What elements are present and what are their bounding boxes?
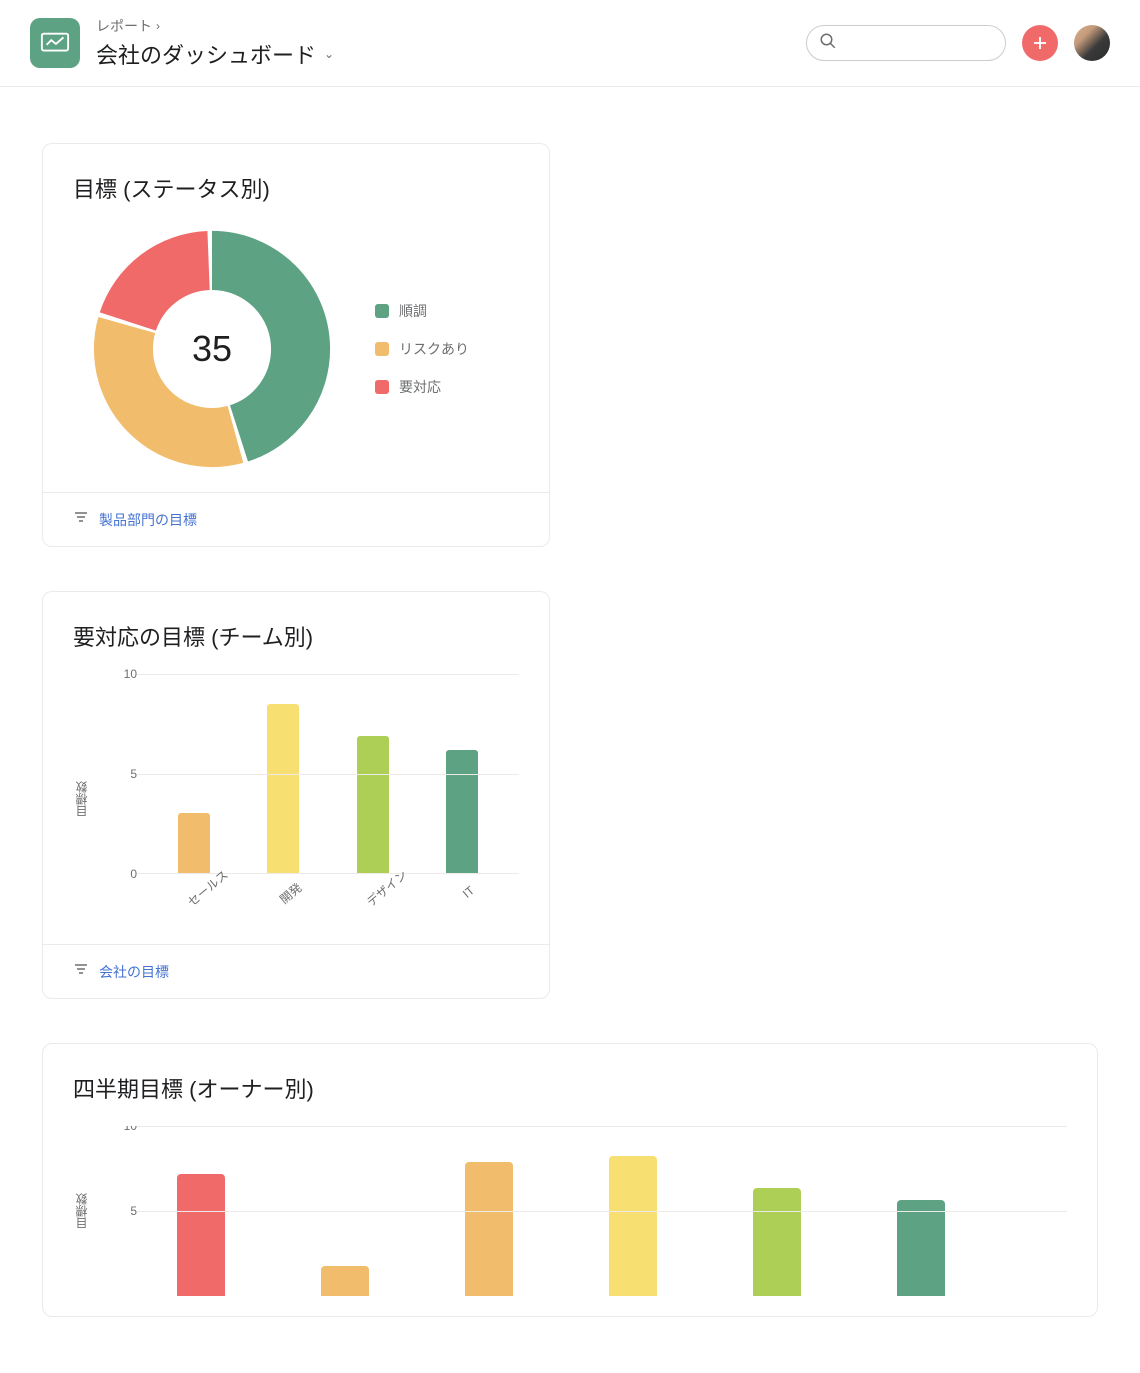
card-title: 四半期目標 (オーナー別) bbox=[73, 1072, 1067, 1104]
report-app-icon bbox=[30, 18, 80, 68]
content: 目標 (ステータス別) 35 順調リスクあり要対応 製品部門の目標 要対応の目標… bbox=[0, 87, 1140, 1373]
bar bbox=[446, 750, 478, 873]
breadcrumb[interactable]: レポート › bbox=[96, 16, 790, 36]
legend-swatch bbox=[375, 380, 389, 394]
bar bbox=[357, 736, 389, 873]
bar bbox=[753, 1188, 801, 1296]
bar bbox=[177, 1174, 225, 1296]
legend-swatch bbox=[375, 342, 389, 356]
bar bbox=[897, 1200, 945, 1296]
y-axis-label: 目標数 bbox=[73, 1193, 90, 1229]
x-label: 開発 bbox=[273, 876, 327, 932]
search-icon bbox=[819, 32, 837, 55]
legend-item: 要対応 bbox=[375, 377, 469, 397]
legend-label: 順調 bbox=[399, 301, 427, 321]
x-label: IT bbox=[452, 876, 506, 932]
grid-line bbox=[137, 674, 519, 675]
legend: 順調リスクあり要対応 bbox=[375, 301, 469, 397]
bar bbox=[178, 813, 210, 873]
card-quarterly-goals-by-owner: 四半期目標 (オーナー別) 目標数 5 10 bbox=[42, 1043, 1098, 1317]
y-tick: 10 bbox=[124, 1126, 137, 1133]
search-input[interactable] bbox=[845, 35, 1026, 51]
bar bbox=[609, 1156, 657, 1296]
card-title: 要対応の目標 (チーム別) bbox=[73, 620, 519, 652]
x-label: デザイン bbox=[363, 876, 417, 932]
page-title[interactable]: 会社のダッシュボード ⌄ bbox=[96, 38, 790, 70]
bar-chart: 目標数 5 10 bbox=[73, 1126, 1067, 1296]
card-goals-attention-by-team: 要対応の目標 (チーム別) 目標数 0 5 10 セールス開発デザイン IT 会社の目… bbox=[42, 591, 550, 999]
card-title: 目標 (ステータス別) bbox=[73, 172, 519, 204]
breadcrumb-label: レポート bbox=[96, 16, 152, 36]
y-tick: 5 bbox=[130, 1204, 137, 1218]
grid-line bbox=[137, 1126, 1067, 1127]
bar bbox=[321, 1266, 369, 1296]
page-title-text: 会社のダッシュボード bbox=[96, 38, 316, 70]
filter-link[interactable]: 会社の目標 bbox=[99, 962, 169, 982]
card-footer: 製品部門の目標 bbox=[43, 492, 549, 546]
header: レポート › 会社のダッシュボード ⌄ bbox=[0, 0, 1140, 87]
y-tick: 0 bbox=[130, 867, 137, 881]
avatar[interactable] bbox=[1074, 25, 1110, 61]
legend-label: リスクあり bbox=[399, 339, 469, 359]
grid-line bbox=[137, 1211, 1067, 1212]
legend-label: 要対応 bbox=[399, 377, 441, 397]
y-tick: 5 bbox=[130, 767, 137, 781]
filter-link[interactable]: 製品部門の目標 bbox=[99, 510, 197, 530]
bar-chart: 目標数 0510 セールス開発デザインIT bbox=[73, 674, 519, 924]
donut-chart: 35 bbox=[89, 226, 335, 472]
card-footer: 会社の目標 bbox=[43, 944, 549, 998]
legend-item: リスクあり bbox=[375, 339, 469, 359]
grid-line bbox=[137, 873, 519, 874]
card-goals-by-status: 目標 (ステータス別) 35 順調リスクあり要対応 製品部門の目標 bbox=[42, 143, 550, 547]
bar bbox=[465, 1162, 513, 1296]
add-button[interactable] bbox=[1022, 25, 1058, 61]
grid-line bbox=[137, 774, 519, 775]
chevron-right-icon: › bbox=[156, 19, 160, 33]
filter-icon bbox=[73, 509, 89, 530]
header-titles: レポート › 会社のダッシュボード ⌄ bbox=[96, 16, 790, 70]
chevron-down-icon: ⌄ bbox=[324, 47, 334, 61]
x-label: セールス bbox=[184, 876, 238, 932]
y-tick: 10 bbox=[124, 667, 137, 681]
filter-icon bbox=[73, 961, 89, 982]
legend-swatch bbox=[375, 304, 389, 318]
legend-item: 順調 bbox=[375, 301, 469, 321]
bar bbox=[267, 704, 299, 873]
y-axis-label: 目標数 bbox=[73, 781, 90, 817]
search-field[interactable] bbox=[806, 25, 1006, 61]
donut-total: 35 bbox=[89, 226, 335, 472]
